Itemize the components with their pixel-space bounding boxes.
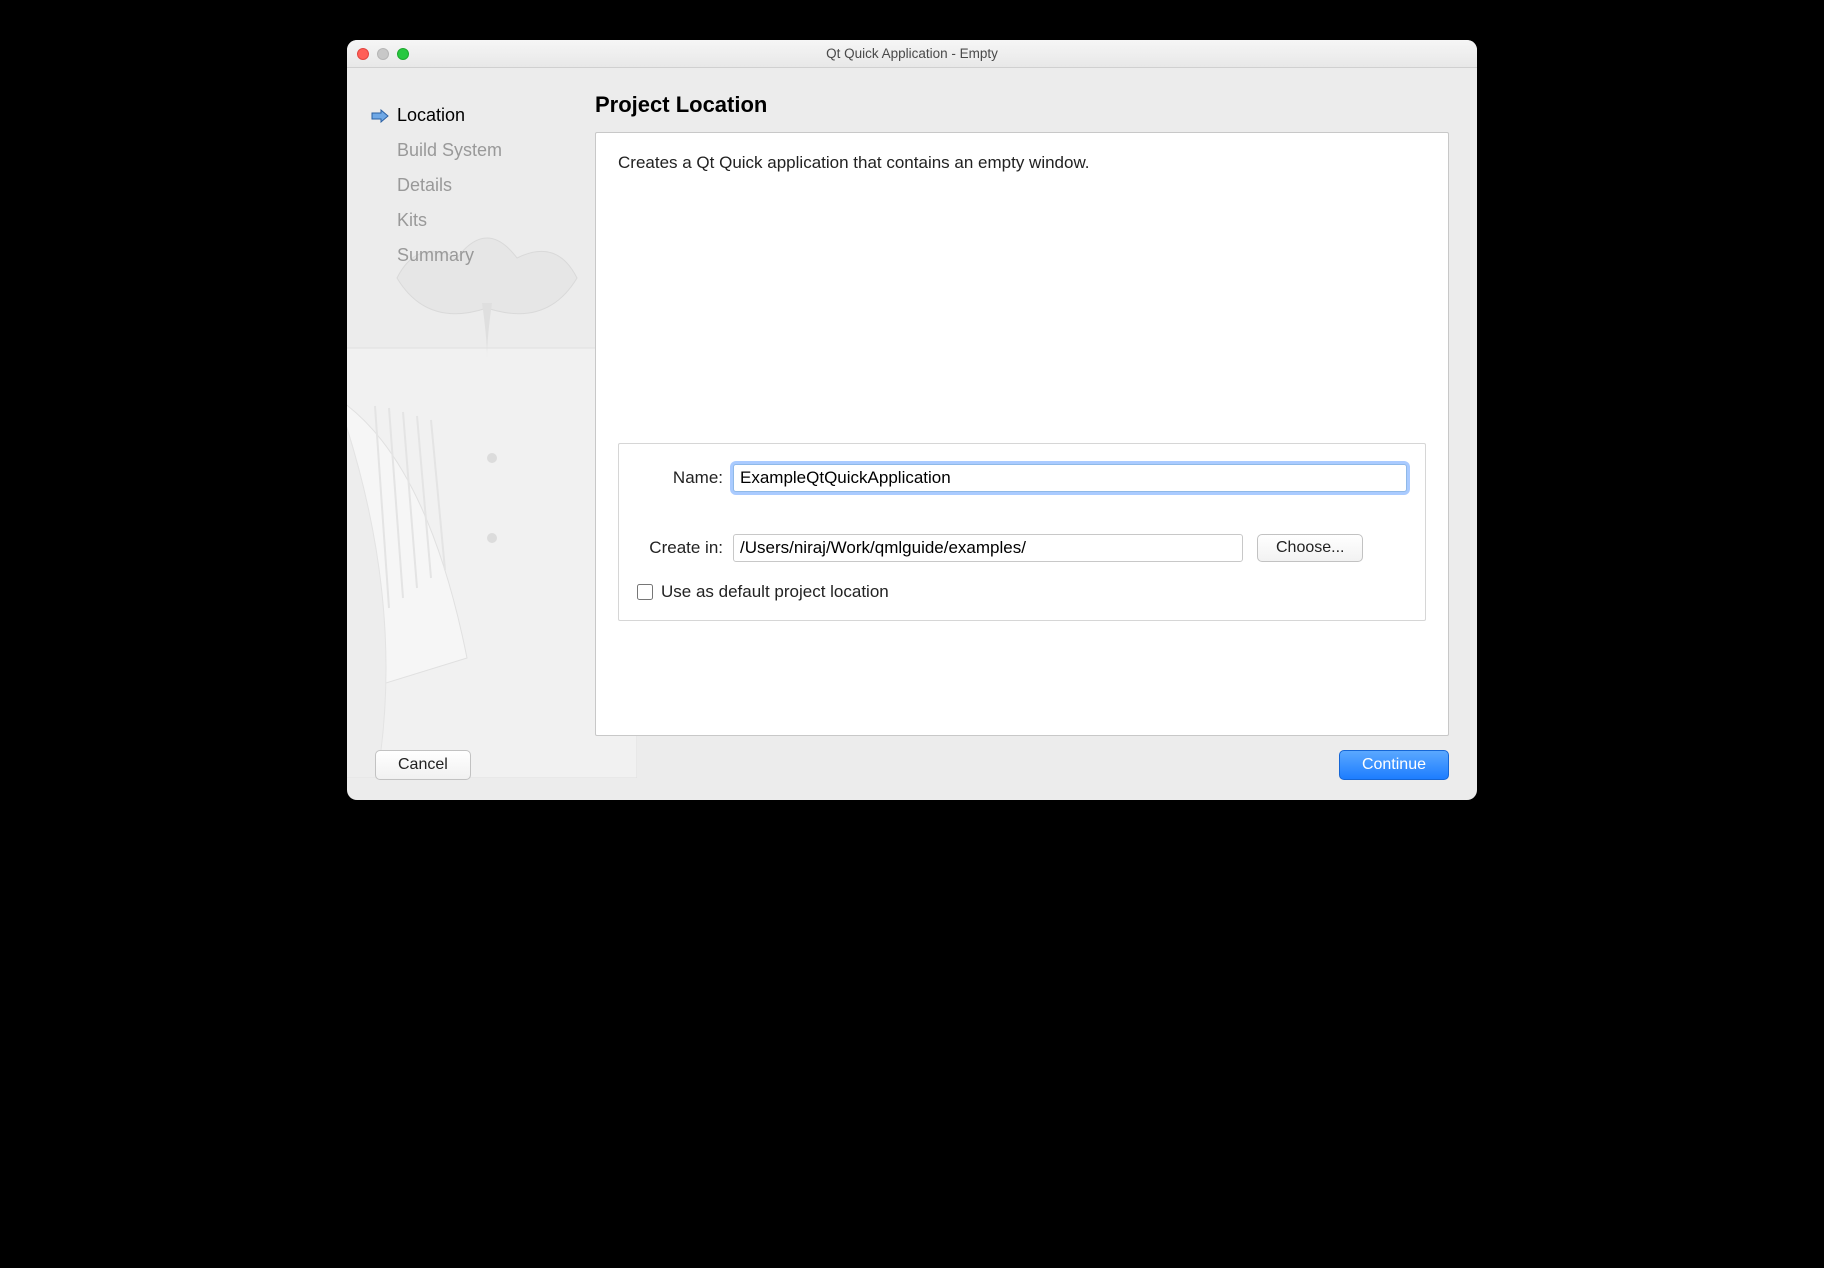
form-block: Name: Create in: Choose... Use as defaul… [618, 443, 1426, 621]
form-row-name: Name: [637, 464, 1407, 492]
form-row-createin: Create in: Choose... [637, 534, 1407, 562]
cancel-button[interactable]: Cancel [375, 750, 471, 780]
content: Location Build System Details Kits Summa… [347, 68, 1477, 800]
footer: Cancel Continue [347, 750, 1449, 800]
wizard-window: Qt Quick Application - Empty [347, 40, 1477, 800]
minimize-icon [377, 48, 389, 60]
sidebar-step-location[interactable]: Location [365, 98, 585, 133]
sidebar-step-label: Kits [397, 210, 427, 231]
sidebar-step-label: Summary [397, 245, 474, 266]
default-location-row: Use as default project location [637, 582, 1407, 602]
main-area: Project Location Creates a Qt Quick appl… [595, 68, 1477, 800]
createin-input[interactable] [733, 534, 1243, 562]
sidebar-step-label: Location [397, 105, 465, 126]
sidebar-step-label: Build System [397, 140, 502, 161]
continue-button[interactable]: Continue [1339, 750, 1449, 780]
default-location-checkbox[interactable] [637, 584, 653, 600]
createin-label: Create in: [637, 538, 733, 558]
choose-button[interactable]: Choose... [1257, 534, 1363, 562]
default-location-label: Use as default project location [661, 582, 889, 602]
name-label: Name: [637, 468, 733, 488]
wizard-sidebar: Location Build System Details Kits Summa… [347, 68, 595, 800]
description-text: Creates a Qt Quick application that cont… [618, 153, 1426, 173]
window-title: Qt Quick Application - Empty [347, 46, 1477, 61]
close-icon[interactable] [357, 48, 369, 60]
sidebar-step-build-system[interactable]: Build System [365, 133, 585, 168]
sidebar-step-label: Details [397, 175, 452, 196]
traffic-lights [357, 48, 409, 60]
titlebar: Qt Quick Application - Empty [347, 40, 1477, 68]
page-title: Project Location [595, 92, 1449, 118]
sidebar-step-kits[interactable]: Kits [365, 203, 585, 238]
sidebar-step-details[interactable]: Details [365, 168, 585, 203]
arrow-right-icon [371, 109, 389, 123]
sidebar-step-summary[interactable]: Summary [365, 238, 585, 273]
name-input[interactable] [733, 464, 1407, 492]
panel: Creates a Qt Quick application that cont… [595, 132, 1449, 736]
zoom-icon[interactable] [397, 48, 409, 60]
